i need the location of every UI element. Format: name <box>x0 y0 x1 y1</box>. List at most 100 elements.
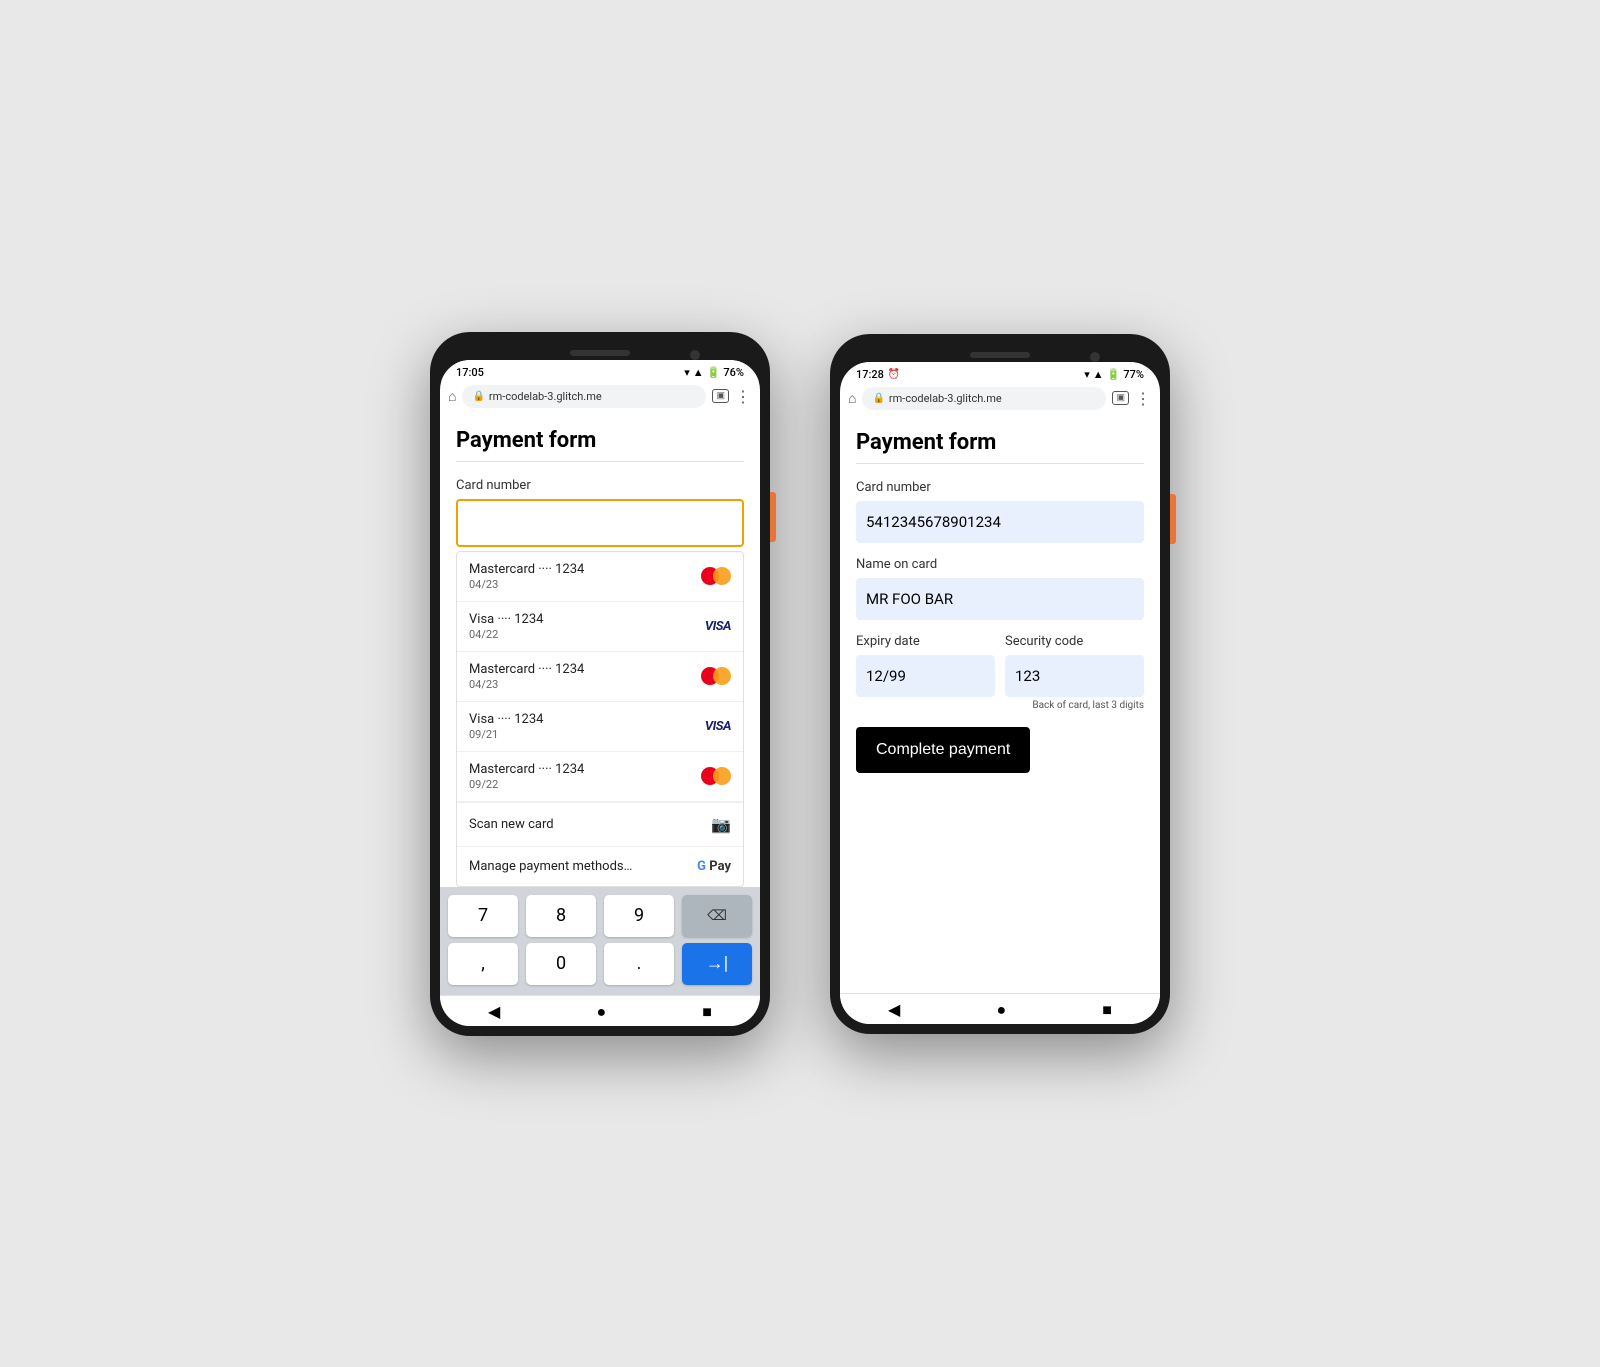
autocomplete-item-2[interactable]: Mastercard ···· 1234 04/23 <box>457 652 743 702</box>
keyboard-row-2: , 0 . →| <box>444 943 756 985</box>
security-hint-right: Back of card, last 3 digits <box>1005 700 1144 711</box>
nav-recent-icon-right[interactable]: ■ <box>1102 1000 1112 1020</box>
more-icon-left[interactable]: ⋮ <box>735 387 752 406</box>
camera-right <box>1090 352 1100 362</box>
expiry-label-right: Expiry date <box>856 634 995 649</box>
speaker-right <box>970 352 1030 358</box>
more-icon-right[interactable]: ⋮ <box>1135 389 1152 408</box>
security-input-right[interactable]: 123 <box>1005 655 1144 697</box>
url-text-left: rm-codelab-3.glitch.me <box>489 390 602 403</box>
card-number-input-left[interactable] <box>456 499 744 547</box>
card-number-label-right: Card number <box>856 480 1144 495</box>
security-label-right: Security code <box>1005 634 1144 649</box>
signal-icon-left: ▲ <box>693 366 704 379</box>
key-7[interactable]: 7 <box>448 895 518 937</box>
battery-icon-left: 🔋 <box>707 366 721 379</box>
right-phone: 17:28 ⏰ ▾ ▲ 🔋 77% ⌂ 🔒 rm-codelab-3.glitc… <box>830 334 1170 1034</box>
autocomplete-item-1[interactable]: Visa ···· 1234 04/22 VISA <box>457 602 743 652</box>
key-0[interactable]: 0 <box>526 943 596 985</box>
nav-home-icon-right[interactable]: ● <box>996 1000 1006 1020</box>
status-right-left: ▾ ▲ 🔋 76% <box>684 366 744 379</box>
key-backspace[interactable]: ⌫ <box>682 895 752 937</box>
browser-bar-left: ⌂ 🔒 rm-codelab-3.glitch.me ▣ ⋮ <box>440 381 760 412</box>
nav-back-icon-left[interactable]: ◀ <box>488 1002 500 1022</box>
security-group: Security code 123 Back of card, last 3 d… <box>1005 634 1144 711</box>
nav-recent-icon-left[interactable]: ■ <box>702 1002 712 1022</box>
key-next[interactable]: →| <box>682 943 752 985</box>
card-number-label-left: Card number <box>456 478 744 493</box>
visa-icon-1: VISA <box>705 619 731 634</box>
wifi-icon-left: ▾ <box>684 366 690 379</box>
card-info-3: Visa ···· 1234 09/21 <box>469 712 543 741</box>
status-bar-left: 17:05 ▾ ▲ 🔋 76% <box>440 360 760 381</box>
status-time-right: 17:28 <box>856 368 884 381</box>
browser-bar-right: ⌂ 🔒 rm-codelab-3.glitch.me ▣ ⋮ <box>840 383 1160 414</box>
mastercard-icon-2 <box>701 667 731 685</box>
autocomplete-list: Mastercard ···· 1234 04/23 Visa ···· 123… <box>456 551 744 887</box>
complete-payment-button[interactable]: Complete payment <box>856 727 1030 773</box>
key-9[interactable]: 9 <box>604 895 674 937</box>
speaker-left <box>570 350 630 356</box>
page-title-left: Payment form <box>456 428 744 453</box>
wifi-icon-right: ▾ <box>1084 368 1090 381</box>
key-period[interactable]: . <box>604 943 674 985</box>
keyboard-row-1: 7 8 9 ⌫ <box>444 895 756 937</box>
url-bar-right[interactable]: 🔒 rm-codelab-3.glitch.me <box>862 387 1106 410</box>
phone-top-left <box>440 342 760 360</box>
card-name-0: Mastercard ···· 1234 <box>469 562 584 577</box>
left-phone-wrapper: 17:05 ▾ ▲ 🔋 76% ⌂ 🔒 rm-codelab-3.glitch.… <box>430 332 770 1036</box>
side-button-left <box>770 492 776 542</box>
expiry-security-row: Expiry date 12/99 Security code 123 Back… <box>856 634 1144 711</box>
tab-icon-right[interactable]: ▣ <box>1112 391 1129 405</box>
right-phone-wrapper: 17:28 ⏰ ▾ ▲ 🔋 77% ⌂ 🔒 rm-codelab-3.glitc… <box>830 334 1170 1034</box>
signal-icon-right: ▲ <box>1093 368 1104 381</box>
left-phone: 17:05 ▾ ▲ 🔋 76% ⌂ 🔒 rm-codelab-3.glitch.… <box>430 332 770 1036</box>
lock-icon-right: 🔒 <box>872 393 884 404</box>
nav-back-icon-right[interactable]: ◀ <box>888 1000 900 1020</box>
card-expiry-4: 09/22 <box>469 778 584 791</box>
card-name-2: Mastercard ···· 1234 <box>469 662 584 677</box>
spacer-right <box>840 883 1160 993</box>
home-icon-left[interactable]: ⌂ <box>448 388 456 405</box>
page-title-right: Payment form <box>856 430 1144 455</box>
status-bar-right: 17:28 ⏰ ▾ ▲ 🔋 77% <box>840 362 1160 383</box>
left-page-content: Payment form Card number Mastercard ····… <box>440 412 760 887</box>
gpay-icon: G Pay <box>697 859 731 874</box>
camera-left <box>690 350 700 360</box>
left-screen: 17:05 ▾ ▲ 🔋 76% ⌂ 🔒 rm-codelab-3.glitch.… <box>440 360 760 1026</box>
manage-payment-item[interactable]: Manage payment methods… G Pay <box>457 847 743 886</box>
battery-text-left: 76% <box>723 366 744 379</box>
url-text-right: rm-codelab-3.glitch.me <box>889 392 1002 405</box>
visa-icon-3: VISA <box>705 719 731 734</box>
card-name-3: Visa ···· 1234 <box>469 712 543 727</box>
name-on-card-input-right[interactable]: MR FOO BAR <box>856 578 1144 620</box>
card-expiry-0: 04/23 <box>469 578 584 591</box>
phone-top-right <box>840 344 1160 362</box>
mastercard-icon-4 <box>701 767 731 785</box>
lock-icon-left: 🔒 <box>472 391 484 402</box>
card-info-1: Visa ···· 1234 04/22 <box>469 612 543 641</box>
divider-right <box>856 463 1144 464</box>
card-expiry-2: 04/23 <box>469 678 584 691</box>
tab-icon-left[interactable]: ▣ <box>712 389 729 403</box>
expiry-input-right[interactable]: 12/99 <box>856 655 995 697</box>
scan-new-card-item[interactable]: Scan new card 📷 <box>457 802 743 847</box>
nav-home-icon-left[interactable]: ● <box>596 1002 606 1022</box>
key-comma[interactable]: , <box>448 943 518 985</box>
card-number-input-right[interactable]: 5412345678901234 <box>856 501 1144 543</box>
autocomplete-item-4[interactable]: Mastercard ···· 1234 09/22 <box>457 752 743 802</box>
keyboard-left: 7 8 9 ⌫ , 0 . →| <box>440 887 760 995</box>
expiry-group: Expiry date 12/99 <box>856 634 995 711</box>
right-screen: 17:28 ⏰ ▾ ▲ 🔋 77% ⌂ 🔒 rm-codelab-3.glitc… <box>840 362 1160 1024</box>
card-name-4: Mastercard ···· 1234 <box>469 762 584 777</box>
card-info-0: Mastercard ···· 1234 04/23 <box>469 562 584 591</box>
url-bar-left[interactable]: 🔒 rm-codelab-3.glitch.me <box>462 385 706 408</box>
autocomplete-item-0[interactable]: Mastercard ···· 1234 04/23 <box>457 552 743 602</box>
right-page-content: Payment form Card number 541234567890123… <box>840 414 1160 883</box>
key-8[interactable]: 8 <box>526 895 596 937</box>
card-expiry-3: 09/21 <box>469 728 543 741</box>
manage-payment-label: Manage payment methods… <box>469 859 632 874</box>
card-expiry-1: 04/22 <box>469 628 543 641</box>
autocomplete-item-3[interactable]: Visa ···· 1234 09/21 VISA <box>457 702 743 752</box>
home-icon-right[interactable]: ⌂ <box>848 390 856 407</box>
